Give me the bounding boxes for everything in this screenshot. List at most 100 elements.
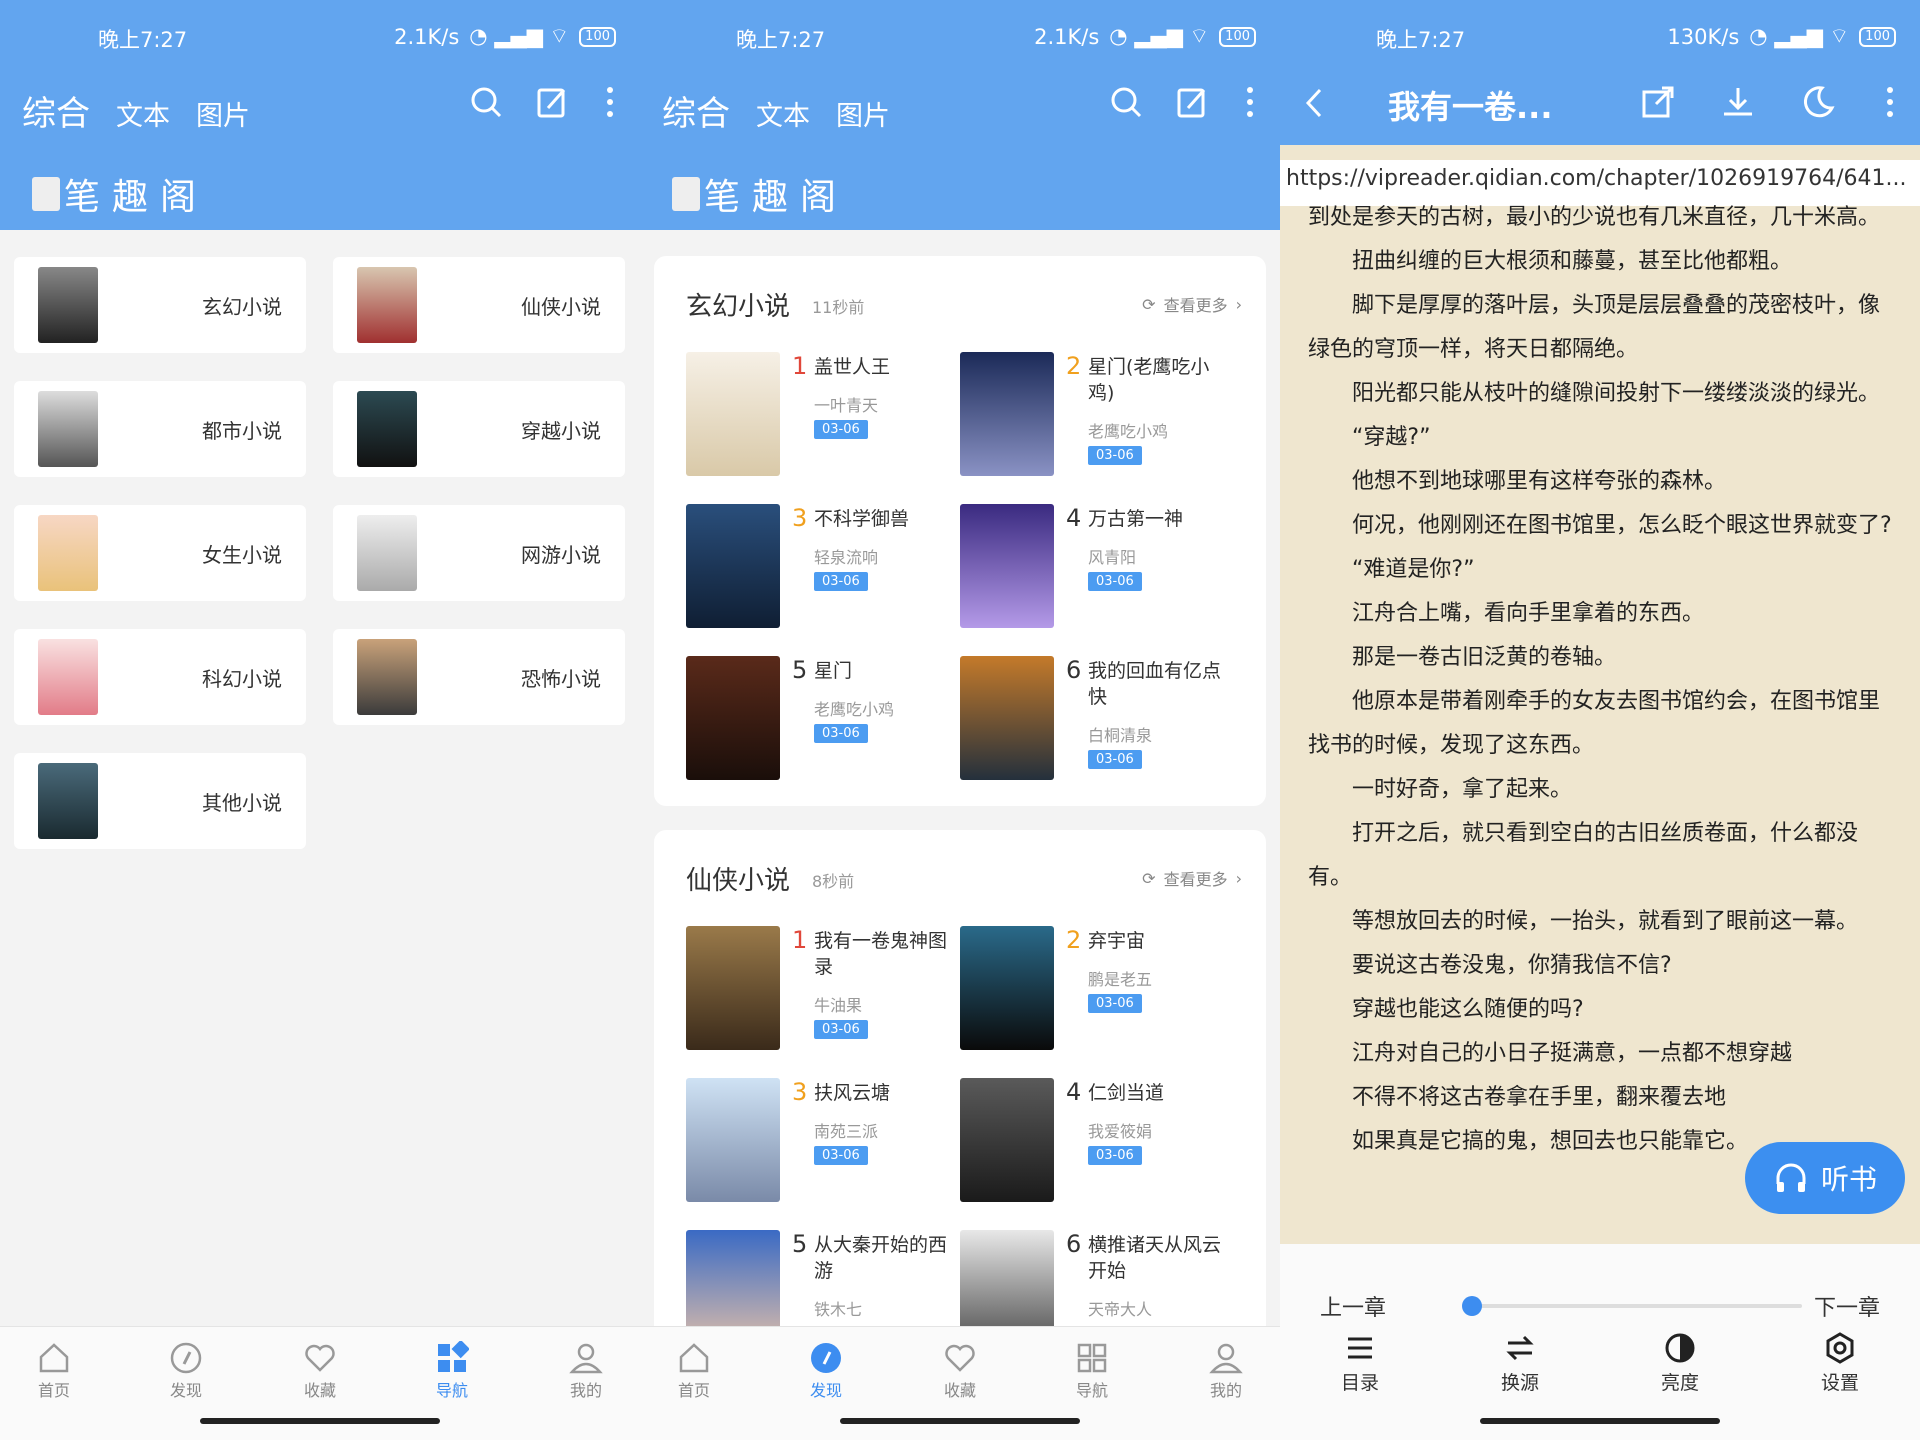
book-cover (960, 1230, 1054, 1326)
category-thumb (38, 267, 98, 343)
category-wangyou[interactable]: 网游小说 (333, 505, 625, 601)
listen-button[interactable]: 听书 (1745, 1142, 1905, 1214)
category-thumb (38, 639, 98, 715)
user-icon (569, 1343, 603, 1374)
settings-button[interactable]: 设置 (1821, 1332, 1859, 1395)
grid-icon (1077, 1343, 1107, 1373)
search-icon[interactable] (468, 84, 504, 120)
book-item[interactable]: 2 星门(老鹰吃小鸡) 老鹰吃小鸡 03-06 (960, 352, 1230, 476)
nav-discover[interactable]: 发现 (146, 1341, 226, 1401)
swap-icon (1506, 1335, 1534, 1361)
nav-mine[interactable]: 我的 (1186, 1341, 1266, 1401)
nav-guide[interactable]: 导航 (412, 1341, 492, 1401)
book-item[interactable]: 3 不科学御兽 轻泉流响 03-06 (686, 504, 956, 628)
book-title: 我有一卷... (1388, 88, 1553, 126)
see-more-button[interactable]: ⟳ 查看更多 › (1142, 292, 1242, 316)
edit-icon[interactable] (534, 84, 570, 120)
paragraph: 要说这古卷没鬼，你猜我信不信? (1352, 953, 1672, 978)
tab-image[interactable]: 图片 (836, 94, 890, 133)
nav-mine[interactable]: 我的 (546, 1341, 626, 1401)
nav-home[interactable]: 首页 (14, 1341, 94, 1401)
paragraph: 穿越也能这么随便的吗? (1352, 997, 1584, 1022)
brightness-button[interactable]: 亮度 (1661, 1332, 1699, 1395)
bottom-nav: 首页 发现 收藏 导航 我的 (0, 1326, 640, 1440)
book-cover (960, 352, 1054, 476)
tab-text[interactable]: 文本 (116, 94, 170, 133)
refresh-icon: ⟳ (1142, 868, 1156, 888)
edit-icon[interactable] (1174, 84, 1210, 120)
book-cover (686, 1230, 780, 1326)
prev-chapter-button[interactable]: 上一章 (1320, 1290, 1386, 1322)
book-cover (960, 656, 1054, 780)
nav-guide[interactable]: 导航 (1052, 1341, 1132, 1401)
book-item[interactable]: 2 弃宇宙 鹏是老五 03-06 (960, 926, 1230, 1050)
book-icon (672, 177, 700, 211)
book-item[interactable]: 4 万古第一神 风青阳 03-06 (960, 504, 1230, 628)
download-icon[interactable] (1720, 84, 1756, 120)
chevron-right-icon: › (1235, 294, 1242, 314)
status-bar: 晚上7:27 130K/s ◔ ▂▄▆ ⌔ 100 (1280, 0, 1920, 75)
back-icon[interactable] (1302, 86, 1326, 120)
list-icon (1347, 1337, 1372, 1359)
book-item[interactable]: 1 盖世人王 一叶青天 03-06 (686, 352, 956, 476)
book-item[interactable]: 6 横推诸天从风云开始 天帝大人 (960, 1230, 1230, 1326)
chevron-right-icon: › (1235, 868, 1242, 888)
category-dushi[interactable]: 都市小说 (14, 381, 306, 477)
book-cover (686, 1078, 780, 1202)
paragraph: “难道是你?” (1352, 557, 1475, 582)
book-item[interactable]: 3 扶风云塘 南苑三派 03-06 (686, 1078, 956, 1202)
section-time: 11秒前 (812, 298, 865, 317)
more-icon[interactable] (600, 84, 620, 120)
share-icon[interactable] (1640, 84, 1676, 120)
section-title: 仙侠小说 (686, 866, 791, 896)
nav-home[interactable]: 首页 (654, 1341, 734, 1401)
nav-favorites[interactable]: 收藏 (280, 1341, 360, 1401)
nav-discover[interactable]: 发现 (786, 1341, 866, 1401)
night-mode-icon[interactable] (1800, 84, 1836, 120)
category-thumb (357, 639, 417, 715)
category-qita[interactable]: 其他小说 (14, 753, 306, 849)
reader-controls: 上一章 下一章 目录 换源 亮度 设置 (1280, 1244, 1920, 1440)
more-icon[interactable] (1240, 84, 1260, 120)
book-item[interactable]: 6 我的回血有亿点快 白桐清泉 03-06 (960, 656, 1230, 780)
category-nvsheng[interactable]: 女生小说 (14, 505, 306, 601)
slider-knob[interactable] (1462, 1296, 1482, 1316)
battery-icon: 100 (579, 27, 616, 47)
category-thumb (38, 515, 98, 591)
book-cover (960, 1078, 1054, 1202)
next-chapter-button[interactable]: 下一章 (1814, 1290, 1880, 1322)
section-title: 玄幻小说 (686, 292, 791, 322)
status-time: 晚上7:27 (736, 28, 826, 52)
book-item[interactable]: 4 仁剑当道 我爱筱娟 03-06 (960, 1078, 1230, 1202)
toc-button[interactable]: 目录 (1341, 1332, 1379, 1395)
switch-source-button[interactable]: 换源 (1501, 1332, 1539, 1395)
brand-logo: 笔趣阁 (32, 168, 208, 220)
chapter-text: 到处是参天的古树，最小的少说也有几米直径，几十米高。 扭曲纠缠的巨大根须和藤蔓，… (1308, 196, 1896, 1164)
more-icon[interactable] (1880, 84, 1900, 120)
paragraph: 扭曲纠缠的巨大根须和藤蔓，甚至比他都粗。 (1352, 249, 1793, 274)
tab-general[interactable]: 综合 (662, 86, 730, 135)
category-xianxia[interactable]: 仙侠小说 (333, 257, 625, 353)
category-thumb (38, 763, 98, 839)
see-more-button[interactable]: ⟳ 查看更多 › (1142, 866, 1242, 890)
chapter-progress-slider[interactable] (1462, 1296, 1802, 1316)
home-panel: 晚上7:27 2.1K/s ◔ ▂▄▆ ⌔ 100 综合 文本 图片 笔趣阁 玄幻小… (0, 0, 640, 1440)
gear-icon (1826, 1332, 1854, 1364)
search-icon[interactable] (1108, 84, 1144, 120)
status-time: 晚上7:27 (98, 28, 188, 52)
battery-icon: 100 (1859, 27, 1896, 47)
tab-image[interactable]: 图片 (196, 94, 250, 133)
book-item[interactable]: 5 从大秦开始的西游 铁木七 (686, 1230, 956, 1326)
book-item[interactable]: 5 星门 老鹰吃小鸡 03-06 (686, 656, 956, 780)
category-kongbu[interactable]: 恐怖小说 (333, 629, 625, 725)
tab-general[interactable]: 综合 (22, 86, 90, 135)
paragraph: 打开之后，就只看到空白的古旧丝质卷面，什么都没有。 (1308, 821, 1859, 890)
tab-text[interactable]: 文本 (756, 94, 810, 133)
paragraph: 江舟合上嘴，看向手里拿着的东西。 (1352, 601, 1705, 626)
compass-icon (811, 1343, 841, 1373)
category-xuanhuan[interactable]: 玄幻小说 (14, 257, 306, 353)
category-kehuan[interactable]: 科幻小说 (14, 629, 306, 725)
category-chuanyue[interactable]: 穿越小说 (333, 381, 625, 477)
book-item[interactable]: 1 我有一卷鬼神图录 牛油果 03-06 (686, 926, 956, 1050)
nav-favorites[interactable]: 收藏 (920, 1341, 1000, 1401)
